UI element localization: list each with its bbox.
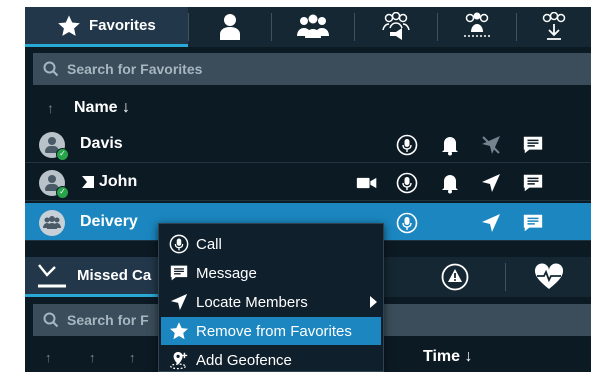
favorites-search-placeholder: Search for Favorites <box>67 61 203 77</box>
online-check-icon: ✓ <box>56 148 69 161</box>
location-disabled-icon <box>480 134 502 156</box>
group-avatar <box>39 210 65 236</box>
group-icon <box>297 14 329 38</box>
message-icon <box>170 265 188 281</box>
contact-name: Deivery <box>80 213 138 230</box>
alert-triangle-icon <box>441 263 469 291</box>
flag-icon <box>82 176 94 188</box>
alert-bell-icon[interactable] <box>439 134 461 156</box>
tab-favorites-label: Favorites <box>89 17 156 34</box>
menu-item-remove-from-favorites[interactable]: Remove from Favorites <box>161 317 381 345</box>
list-header: ↑ Name ↓ <box>25 93 591 123</box>
tab-broadcast[interactable] <box>355 7 437 47</box>
search-icon <box>43 312 59 328</box>
download-group-icon <box>542 12 566 40</box>
message-icon[interactable] <box>522 172 544 194</box>
tab-emergency[interactable] <box>506 257 591 297</box>
list-item[interactable]: ✓ John <box>25 163 591 201</box>
tab-groups[interactable] <box>272 7 354 47</box>
sort-up-icon[interactable]: ↑ <box>45 350 52 365</box>
tab-missed-calls[interactable]: Missed Ca <box>25 257 180 297</box>
search-icon <box>43 61 59 77</box>
menu-item-label: Add Geofence <box>196 351 292 369</box>
menu-item-add-geofence[interactable]: Add Geofence <box>161 346 381 372</box>
menu-item-label: Locate Members <box>196 293 308 311</box>
ptt-mic-icon[interactable] <box>396 212 418 234</box>
broadcast-group-icon <box>382 12 410 40</box>
sort-up-icon[interactable]: ↑ <box>89 350 96 365</box>
contact-name: John <box>99 173 138 190</box>
contact-name: Davis <box>80 135 123 152</box>
message-icon[interactable] <box>522 134 544 156</box>
alert-bell-icon[interactable] <box>439 172 461 194</box>
dispatch-group-icon <box>464 12 490 37</box>
tab-favorites[interactable]: Favorites <box>25 7 188 47</box>
missed-call-icon <box>38 263 66 287</box>
tab-contacts[interactable] <box>189 7 271 47</box>
name-column-header[interactable]: Name ↓ <box>74 99 130 117</box>
menu-item-label: Call <box>196 235 222 253</box>
menu-item-label: Remove from Favorites <box>196 322 352 340</box>
lower-search-placeholder: Search for F <box>67 312 149 328</box>
mic-icon <box>169 234 189 254</box>
sort-up-icon[interactable]: ↑ <box>129 350 136 365</box>
message-icon[interactable] <box>522 212 544 234</box>
locate-icon <box>170 293 188 311</box>
online-check-icon: ✓ <box>56 186 69 199</box>
heartbeat-icon <box>534 263 563 289</box>
avatar: ✓ <box>39 132 69 161</box>
menu-item-label: Message <box>196 264 257 282</box>
tab-download[interactable] <box>517 7 591 47</box>
context-menu: Call Message Locate Members Remove from … <box>158 223 384 372</box>
geofence-icon <box>170 351 188 370</box>
video-icon[interactable] <box>356 172 378 194</box>
ptt-mic-icon[interactable] <box>396 134 418 156</box>
tab-dispatch[interactable] <box>438 7 516 47</box>
star-icon <box>170 322 188 340</box>
tab-alerts[interactable] <box>420 257 490 297</box>
submenu-arrow-icon <box>370 296 377 308</box>
locate-icon[interactable] <box>480 172 502 194</box>
top-tab-bar: Favorites <box>25 7 591 47</box>
menu-item-message[interactable]: Message <box>161 259 381 287</box>
list-item[interactable]: ✓ Davis <box>25 125 591 163</box>
time-column-header[interactable]: Time ↓ <box>423 348 473 366</box>
menu-item-call[interactable]: Call <box>161 230 381 258</box>
tab-missed-calls-label: Missed Ca <box>77 267 152 284</box>
menu-item-locate-members[interactable]: Locate Members <box>161 288 381 316</box>
favorites-search-input[interactable]: Search for Favorites <box>33 53 591 85</box>
star-icon <box>58 15 80 36</box>
sort-up-icon[interactable]: ↑ <box>47 100 54 116</box>
locate-icon[interactable] <box>480 212 502 234</box>
avatar: ✓ <box>39 170 69 199</box>
ptt-mic-icon[interactable] <box>396 172 418 194</box>
person-icon <box>220 14 240 40</box>
